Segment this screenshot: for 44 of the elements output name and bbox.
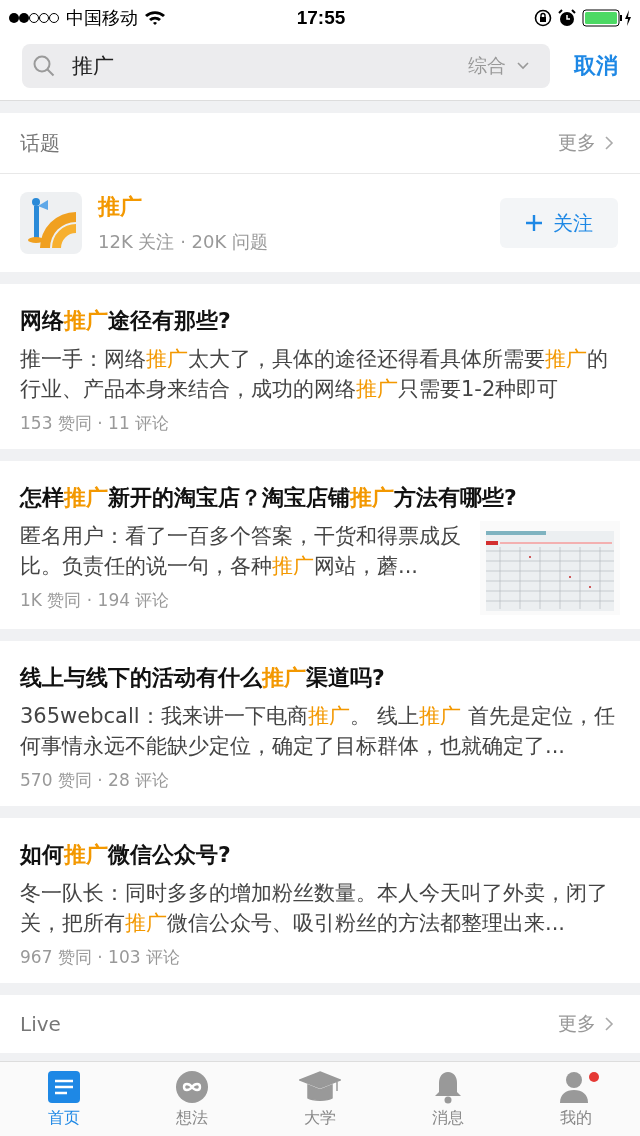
plus-icon [525,214,543,232]
section-title: Live [20,1012,62,1036]
tab-item[interactable]: 首页 [0,1062,128,1136]
answer-stats: 967 赞同 · 103 评论 [20,946,181,969]
chevron-right-icon [604,1016,614,1032]
topic-stats: 12K 关注 · 20K 问题 [98,230,270,254]
battery-icon [582,9,634,27]
search-icon [32,54,56,78]
answer-excerpt[interactable]: 365webcall：我来讲一下电商推广。 线上推广 首先是定位，任何事情永远不能缺少定位，确定了目标群体，也就确定了... [20,701,620,761]
answer-stats: 570 赞同 · 28 评论 [20,769,171,792]
question-title[interactable]: 怎样推广新开的淘宝店？淘宝店铺推广方法有哪些? [20,483,620,513]
answer-excerpt[interactable]: 匿名用户：看了一百多个答案，干货和得票成反比。负责任的说一句，各种推广网站，蘑... [20,521,468,581]
answer-stats: 1K 赞同 · 194 评论 [20,589,171,612]
more-link[interactable]: 更多 [558,130,596,156]
infinity-icon [175,1069,209,1104]
question-title[interactable]: 网络推广途径有那些? [20,306,620,336]
follow-button[interactable]: 关注 [500,198,618,248]
tab-item[interactable]: 大学 [256,1062,384,1136]
chevron-down-icon [516,61,530,71]
answer-excerpt[interactable]: 冬一队长：同时多多的增加粉丝数量。本人今天叫了外卖，闭了关，把所有推广微信公众号、吸引粉丝的方法都整理出来... [20,878,620,938]
tab-item[interactable]: 消息 [384,1062,512,1136]
alarm-icon [558,9,576,27]
wifi-icon [144,10,166,26]
topic-name[interactable]: 推广 [98,192,484,222]
signal-icon [8,12,60,24]
tab-item[interactable]: 我的 [512,1062,640,1136]
scope-dropdown[interactable]: 综合 [468,53,506,79]
answer-stats: 153 赞同 · 11 评论 [20,412,171,435]
document-icon [47,1069,81,1104]
search-field[interactable]: 推广 综合 [22,44,550,88]
section-title: 话题 [20,129,61,157]
more-link[interactable]: 更多 [558,1011,596,1037]
question-title[interactable]: 如何推广微信公众号? [20,840,620,870]
tab-item[interactable]: 想法 [128,1062,256,1136]
question-title[interactable]: 线上与线下的活动有什么推广渠道吗? [20,663,620,693]
rotation-lock-icon [534,9,552,27]
cancel-button[interactable]: 取消 [574,51,618,81]
answer-excerpt[interactable]: 推一手：网络推广太大了，具体的途径还得看具体所需要推广的行业、产品本身来结合，成功的网络推广只需要1-2种即可 [20,344,620,404]
graduation-cap-icon [299,1069,341,1104]
chevron-right-icon [604,135,614,151]
topic-avatar [20,192,82,254]
clock-time: 17:55 [296,7,346,29]
carrier-name: 中国移动 [66,6,138,30]
bell-icon [433,1069,463,1104]
